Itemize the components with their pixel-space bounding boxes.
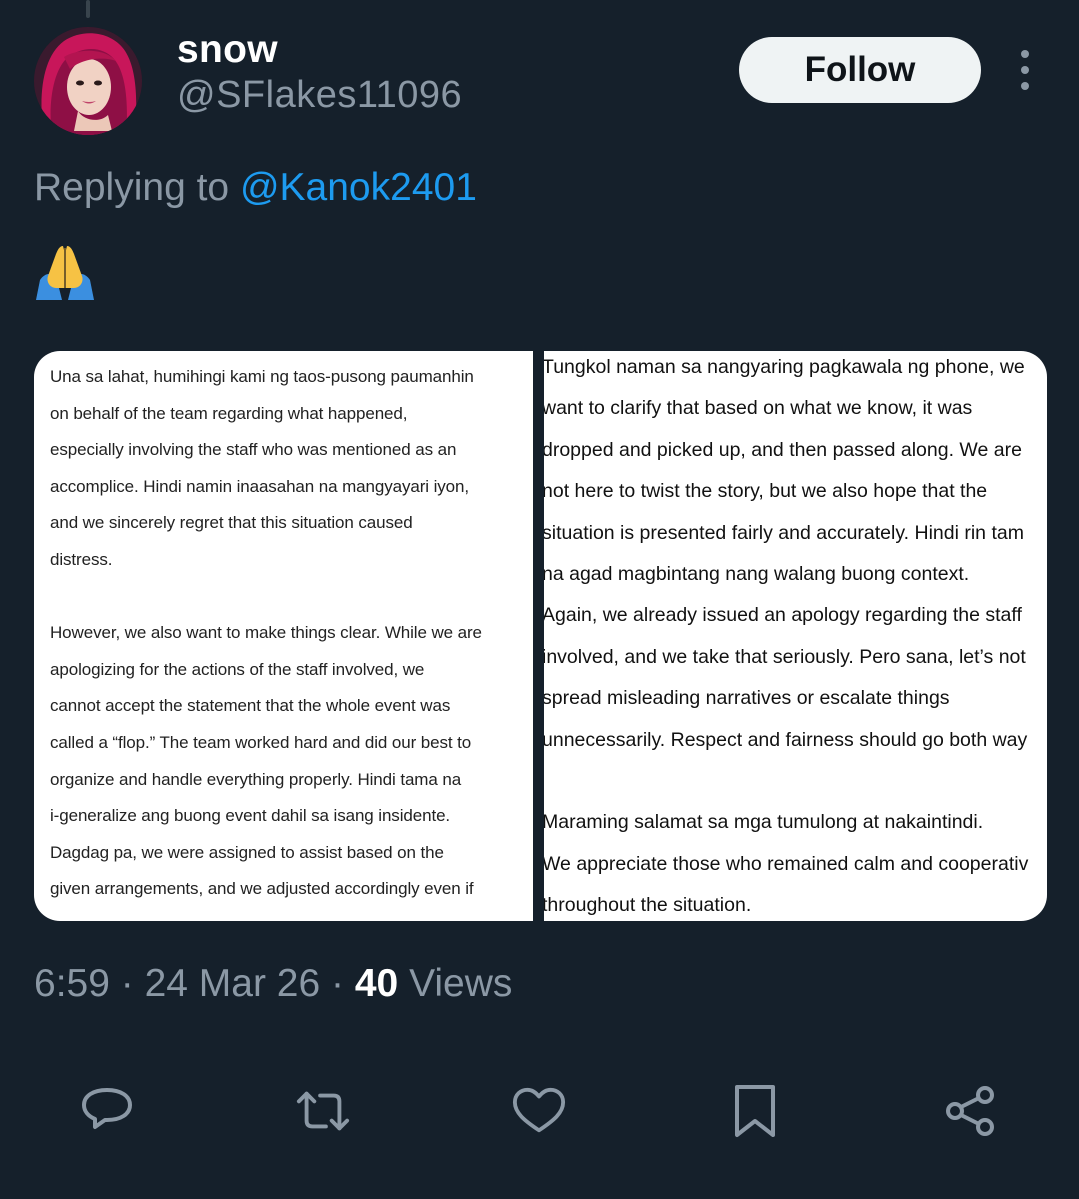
- replying-to: Replying to @Kanok2401: [34, 166, 477, 210]
- media-left-text-line: i-generalize ang buong event dahil sa is…: [50, 806, 451, 826]
- follow-button[interactable]: Follow: [739, 37, 981, 103]
- display-name[interactable]: snow: [177, 28, 278, 72]
- media-left-text-line: and we sincerely regret that this situat…: [50, 513, 413, 533]
- media-left-text-line: called a “flop.” The team worked hard an…: [50, 733, 472, 752]
- folded-hands-emoji-icon: [34, 240, 96, 302]
- avatar-image: [34, 27, 142, 135]
- avatar[interactable]: [34, 27, 142, 135]
- media-left-text-line: accomplice. Hindi namin inaasahan na man…: [50, 476, 469, 496]
- views-label: Views: [398, 962, 513, 1005]
- like-icon[interactable]: [511, 1083, 567, 1139]
- media-left-text-line: organize and handle everything properly.…: [50, 769, 462, 789]
- media-left-text-line: cannot accept the statement that the who…: [50, 696, 451, 716]
- reply-icon[interactable]: [79, 1083, 135, 1139]
- media-left-text-line: distress.: [50, 550, 113, 569]
- tweet-detail-page: snow @SFlakes11096 Follow Replying to @K…: [0, 0, 1079, 1199]
- media-right-text-line: not here to twist the story, but we also…: [544, 480, 988, 503]
- reply-mention-link[interactable]: @Kanok2401: [240, 166, 477, 209]
- media-left-text-line: However, we also want to make things cle…: [50, 623, 482, 643]
- retweet-icon[interactable]: [295, 1083, 351, 1139]
- tweet-metadata: 6:59 · 24 Mar 26 · 40 Views: [34, 962, 512, 1006]
- meta-separator: ·: [109, 962, 145, 1005]
- media-right-text-line: want to clarify that based on what we kn…: [544, 397, 973, 420]
- meta-separator: ·: [320, 962, 355, 1005]
- tweet-date[interactable]: 24 Mar 26: [145, 962, 321, 1005]
- media-right-text-line: We appreciate those who remained calm an…: [544, 852, 1029, 875]
- media-right-text-line: Tungkol naman sa nangyaring pagkawala ng…: [544, 356, 1025, 378]
- media-left-text-line: on behalf of the team regarding what hap…: [50, 403, 408, 423]
- media-right-text-line: unnecessarily. Respect and fairness shou…: [544, 728, 1028, 751]
- media-right-text-line: throughout the situation.: [544, 894, 752, 917]
- media-left-text-line: apologizing for the actions of the staff…: [50, 659, 425, 679]
- media-right-text-line: situation is presented fairly and accura…: [544, 521, 1024, 544]
- tweet-time[interactable]: 6:59: [34, 962, 110, 1005]
- user-handle[interactable]: @SFlakes11096: [177, 74, 462, 117]
- media-right-text-line: na agad magbintang nang walang buong con…: [544, 563, 970, 585]
- bookmark-icon[interactable]: [727, 1083, 783, 1139]
- media-right-text-line: involved, and we take that seriously. Pe…: [544, 645, 1026, 668]
- media-right-text-line: Again, we already issued an apology rega…: [544, 604, 1022, 627]
- media-left-text-line: especially involving the staff who was m…: [50, 440, 457, 460]
- media-left-text-line: given arrangements, and we adjusted acco…: [50, 879, 474, 899]
- media-left-text-line: Una sa lahat, humihingi kami ng taos-pus…: [50, 367, 474, 386]
- tweet-media-grid[interactable]: Una sa lahat, humihingi kami ng taos-pus…: [34, 351, 1047, 921]
- media-right-text-line: dropped and picked up, and then passed a…: [544, 438, 1022, 461]
- thread-connector-line: [86, 0, 90, 18]
- media-right-text-line: Maraming salamat sa mga tumulong at naka…: [544, 811, 984, 834]
- media-image-left[interactable]: Una sa lahat, humihingi kami ng taos-pus…: [34, 351, 533, 921]
- views-count: 40: [354, 962, 399, 1005]
- replying-to-prefix: Replying to: [34, 166, 240, 209]
- media-left-text-line: Dagdag pa, we were assigned to assist ba…: [50, 842, 444, 862]
- share-icon[interactable]: [943, 1083, 999, 1139]
- media-right-text-line: spread misleading narratives or escalate…: [544, 687, 950, 710]
- more-vertical-icon[interactable]: [1008, 50, 1042, 90]
- media-image-right[interactable]: Tungkol naman sa nangyaring pagkawala ng…: [544, 351, 1047, 921]
